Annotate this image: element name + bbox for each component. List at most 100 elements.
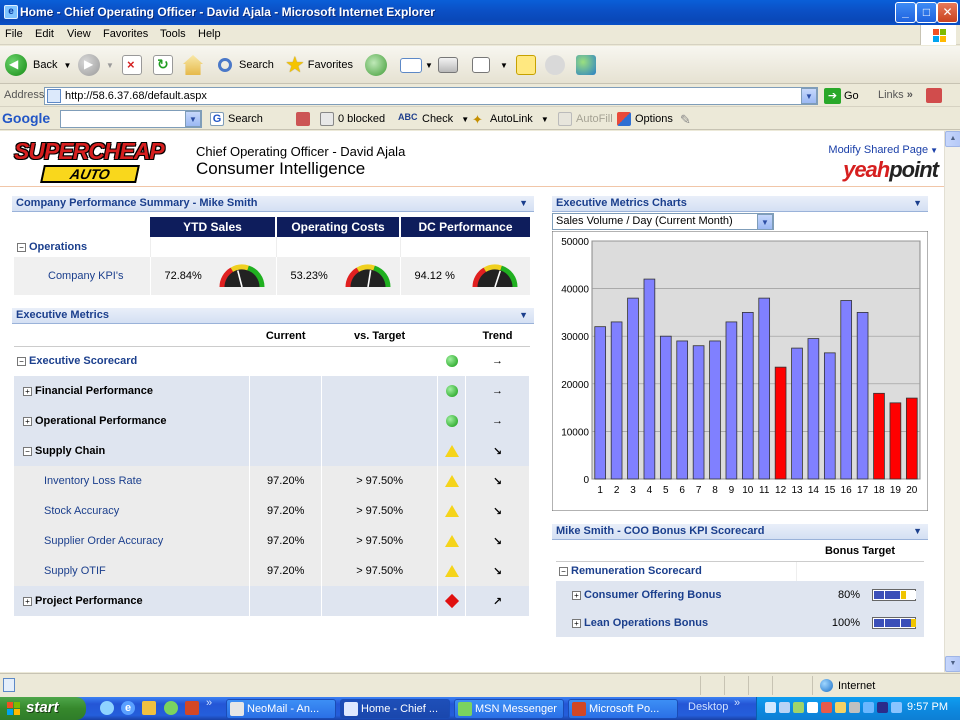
google-search-button[interactable]: G Search <box>210 112 263 126</box>
bonus-label[interactable]: Consumer Offering Bonus <box>584 589 722 601</box>
chevron-down-icon[interactable]: ▼ <box>63 61 71 70</box>
maximize-button[interactable]: □ <box>916 2 937 23</box>
chevron-down-icon[interactable]: ▼ <box>185 111 201 127</box>
table-row[interactable]: − Executive Scorecard → <box>14 346 530 376</box>
menu-tools[interactable]: Tools <box>160 28 186 40</box>
highlight-button[interactable]: ✎ <box>680 112 698 127</box>
bonus-label[interactable]: Lean Operations Bonus <box>584 617 708 629</box>
menu-edit[interactable]: Edit <box>35 28 54 40</box>
google-search-input[interactable]: ▼ <box>60 110 202 128</box>
chart-selector[interactable]: Sales Volume / Day (Current Month) ▼ <box>552 213 774 230</box>
tray-volume-icon[interactable] <box>807 702 818 713</box>
menu-favorites[interactable]: Favorites <box>103 28 148 40</box>
forward-button[interactable]: ▼ <box>78 53 114 77</box>
metric-label[interactable]: Financial Performance <box>35 385 153 397</box>
tray-bluetooth-icon[interactable] <box>863 702 874 713</box>
task-neomail[interactable]: NeoMail - An... <box>226 699 336 719</box>
chevron-down-icon[interactable]: ▼ <box>106 61 114 70</box>
panel-menu-icon[interactable]: ▼ <box>913 196 922 211</box>
pagerank-button[interactable] <box>296 112 314 126</box>
tray-monitor-icon[interactable] <box>779 702 790 713</box>
collapse-icon[interactable]: − <box>17 356 26 366</box>
scroll-up-button[interactable]: ▲ <box>945 131 960 147</box>
autofill-button[interactable]: AutoFill <box>558 112 613 126</box>
expand-icon[interactable]: + <box>572 590 581 600</box>
metric-label[interactable]: Stock Accuracy <box>44 505 119 517</box>
task-msn-messenger[interactable]: MSN Messenger <box>454 699 564 719</box>
home-button[interactable] <box>183 53 203 77</box>
metric-label[interactable]: Supply Chain <box>35 445 105 457</box>
expand-icon[interactable]: + <box>572 618 581 628</box>
panel-menu-icon[interactable]: ▼ <box>519 196 528 211</box>
chevron-down-icon[interactable]: ▼ <box>757 214 773 230</box>
messenger-button[interactable] <box>576 53 596 77</box>
edit-button[interactable]: ▼ <box>472 53 508 77</box>
desktop-toolbar-label[interactable]: Desktop <box>688 701 728 713</box>
notes-button[interactable] <box>516 53 536 77</box>
menu-help[interactable]: Help <box>198 28 221 40</box>
collapse-icon[interactable]: − <box>559 566 568 576</box>
panel-menu-icon[interactable]: ▼ <box>913 524 922 539</box>
close-button[interactable]: ✕ <box>937 2 958 23</box>
spell-check-button[interactable]: ABC Check ▼ <box>398 112 469 126</box>
tray-messenger-icon[interactable] <box>793 702 804 713</box>
back-button[interactable]: Back ▼ <box>5 53 71 77</box>
history-button[interactable] <box>365 53 387 77</box>
popup-blocker-button[interactable]: 0 blocked <box>320 112 385 126</box>
tray-battery-icon[interactable] <box>877 702 888 713</box>
favorites-button[interactable]: ★ Favorites <box>285 53 353 77</box>
executive-metrics-charts-header[interactable]: Executive Metrics Charts ▼ <box>552 196 928 212</box>
refresh-button[interactable]: ↻ <box>153 53 173 77</box>
remuneration-group[interactable]: − Remuneration Scorecard <box>556 561 796 581</box>
metric-label[interactable]: Supplier Order Accuracy <box>44 535 163 547</box>
minimize-button[interactable]: _ <box>895 2 916 23</box>
links-button[interactable]: Links » <box>878 89 913 101</box>
tray-app-icon[interactable] <box>835 702 846 713</box>
desktop-more-icon[interactable]: » <box>734 697 740 709</box>
scroll-down-button[interactable]: ▼ <box>945 656 960 672</box>
table-row[interactable]: Inventory Loss Rate 97.20% > 97.50% ↘ <box>14 466 530 496</box>
vertical-scrollbar[interactable]: ▲ ▼ <box>944 131 960 672</box>
expand-icon[interactable]: + <box>23 596 32 606</box>
metric-label[interactable]: Project Performance <box>35 595 143 607</box>
executive-metrics-header[interactable]: Executive Metrics ▼ <box>12 308 534 324</box>
table-row[interactable]: Stock Accuracy 97.20% > 97.50% ↘ <box>14 496 530 526</box>
table-row[interactable]: + Operational Performance → <box>14 406 530 436</box>
menu-view[interactable]: View <box>67 28 91 40</box>
autolink-button[interactable]: ✦ AutoLink ▼ <box>472 112 549 127</box>
quicklaunch-ie-icon[interactable]: e <box>121 701 135 715</box>
quicklaunch-desktop-icon[interactable] <box>100 701 114 715</box>
search-button[interactable]: Search <box>218 53 274 77</box>
tray-network-icon[interactable] <box>765 702 776 713</box>
tray-antivirus-icon[interactable] <box>821 702 832 713</box>
address-input[interactable]: http://58.6.37.68/default.aspx ▼ <box>44 87 818 105</box>
company-performance-header[interactable]: Company Performance Summary - Mike Smith… <box>12 196 534 212</box>
google-logo[interactable]: Google <box>2 110 50 126</box>
table-row[interactable]: + Consumer Offering Bonus 80% <box>556 581 924 609</box>
collapse-icon[interactable]: − <box>23 446 32 456</box>
collapse-icon[interactable]: − <box>17 242 26 252</box>
tray-device-icon[interactable] <box>849 702 860 713</box>
chevron-down-icon[interactable]: ▼ <box>500 61 508 70</box>
print-button[interactable] <box>438 53 458 77</box>
options-button[interactable]: Options <box>617 112 673 126</box>
table-row[interactable]: − Supply Chain ↘ <box>14 436 530 466</box>
mail-button[interactable]: ▼ <box>400 53 433 77</box>
tray-sync-icon[interactable] <box>891 702 902 713</box>
bonus-scorecard-header[interactable]: Mike Smith - COO Bonus KPI Scorecard ▼ <box>552 524 928 540</box>
expand-icon[interactable]: + <box>23 386 32 396</box>
chevron-down-icon[interactable]: ▼ <box>425 61 433 70</box>
table-row[interactable]: + Financial Performance → <box>14 376 530 406</box>
modify-shared-page-link[interactable]: Modify Shared Page ▼ <box>828 144 938 156</box>
chevron-down-icon[interactable]: ▼ <box>801 88 817 104</box>
chevron-down-icon[interactable]: ▼ <box>541 115 549 124</box>
company-kpis-label[interactable]: Company KPI's <box>14 257 150 295</box>
table-row[interactable]: + Lean Operations Bonus 100% <box>556 609 924 637</box>
panel-menu-icon[interactable]: ▼ <box>519 308 528 323</box>
discuss-button[interactable] <box>545 53 565 77</box>
start-button[interactable]: start <box>0 697 86 720</box>
chevron-down-icon[interactable]: ▼ <box>461 115 469 124</box>
table-row[interactable]: + Project Performance ↗ <box>14 586 530 616</box>
table-row[interactable]: Supplier Order Accuracy 97.20% > 97.50% ↘ <box>14 526 530 556</box>
quicklaunch-more-icon[interactable]: » <box>206 697 212 709</box>
